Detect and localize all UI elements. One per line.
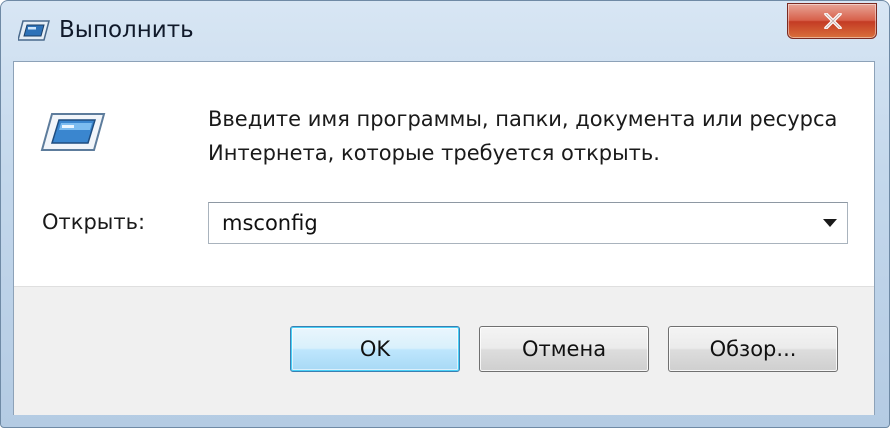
run-app-icon: [17, 18, 50, 44]
window-title: Выполнить: [59, 17, 194, 43]
open-combobox[interactable]: [208, 202, 848, 244]
open-dropdown-button[interactable]: [813, 203, 847, 243]
chevron-down-icon: [823, 219, 837, 227]
open-label: Открыть:: [42, 210, 146, 234]
dialog-body: Введите имя программы, папки, документа …: [13, 61, 875, 415]
close-button[interactable]: [787, 3, 877, 39]
instruction-text: Введите имя программы, папки, документа …: [208, 107, 838, 165]
cancel-button[interactable]: Отмена: [479, 326, 649, 372]
close-icon: [824, 13, 842, 29]
run-dialog-window: Выполнить Введите имя программы, папки, …: [0, 0, 890, 428]
run-app-icon: [40, 112, 106, 152]
ok-button[interactable]: OK: [290, 326, 460, 372]
browse-button[interactable]: Обзор...: [668, 326, 838, 372]
open-input[interactable]: [209, 203, 805, 243]
title-bar[interactable]: Выполнить: [1, 1, 889, 61]
